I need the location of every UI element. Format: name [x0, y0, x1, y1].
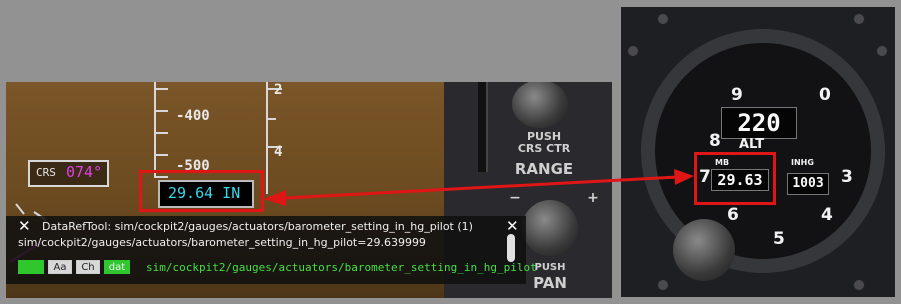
range-plus-label: + — [587, 190, 599, 206]
scale-label: 4 — [274, 144, 283, 160]
crs-value: 074° — [66, 163, 103, 181]
course-readout: CRS 074° — [28, 160, 109, 187]
vsi-scale — [266, 82, 298, 194]
dataref-tool-title: DataRefTool: sim/cockpit2/gauges/actuato… — [42, 220, 473, 233]
dial-number: 9 — [731, 85, 743, 105]
screw — [657, 13, 669, 25]
filter-toggle-button[interactable] — [18, 260, 44, 274]
inhg-label: INHG — [791, 158, 814, 167]
alt-label: ALT — [739, 137, 765, 152]
screw — [627, 45, 639, 57]
close-icon[interactable]: ✕ — [18, 217, 31, 235]
baro-highlight-box — [694, 152, 776, 205]
screw — [657, 279, 669, 291]
baro-highlight-box — [139, 170, 264, 212]
altimeter-panel: 9 0 8 7 3 6 5 4 220 ALT MB INHG 29.63 10… — [621, 7, 895, 297]
mb-readout: 1003 — [787, 173, 829, 195]
changed-only-button[interactable]: Ch — [76, 260, 100, 274]
dataref-path-link[interactable]: sim/cockpit2/gauges/actuators/barometer_… — [146, 261, 537, 274]
screw — [853, 13, 865, 25]
baro-set-knob[interactable] — [673, 219, 735, 281]
tape-label: -400 — [176, 108, 210, 124]
panel-slot — [478, 82, 488, 172]
dataref-value-line: sim/cockpit2/gauges/actuators/barometer_… — [18, 236, 426, 249]
tape-tick — [156, 88, 168, 90]
dial-number: 3 — [841, 167, 853, 187]
crs-knob[interactable] — [512, 82, 568, 128]
pan-label: PAN — [533, 274, 567, 292]
tape-tick — [156, 110, 168, 112]
scale-label: 2 — [274, 82, 283, 98]
close-icon[interactable]: ✕ — [506, 217, 519, 235]
data-button[interactable]: dat — [104, 260, 130, 274]
scale-tick — [268, 118, 276, 120]
dataref-tool-window: ✕ DataRefTool: sim/cockpit2/gauges/actua… — [6, 216, 537, 284]
altitude-readout: 220 — [721, 107, 797, 139]
left-screenshot-panel: -400 -500 2 4 CRS 074° 29.64 IN PUSH CRS… — [6, 82, 612, 298]
screw — [876, 45, 888, 57]
crs-label: CRS — [36, 166, 56, 179]
crs-ctr-label: CRS CTR — [517, 142, 571, 155]
case-sensitive-button[interactable]: Aa — [48, 260, 72, 274]
range-minus-label: − — [509, 190, 521, 206]
dial-number: 5 — [773, 229, 785, 249]
dial-number: 6 — [727, 205, 739, 225]
dial-number: 4 — [821, 205, 833, 225]
dial-number: 8 — [709, 131, 721, 151]
toggle-handle[interactable] — [507, 234, 515, 262]
dial-number: 0 — [819, 85, 831, 105]
tape-tick — [156, 154, 168, 156]
range-knob[interactable] — [522, 200, 578, 256]
screw — [853, 279, 865, 291]
tape-tick — [156, 132, 168, 134]
range-label: RANGE — [514, 160, 574, 178]
